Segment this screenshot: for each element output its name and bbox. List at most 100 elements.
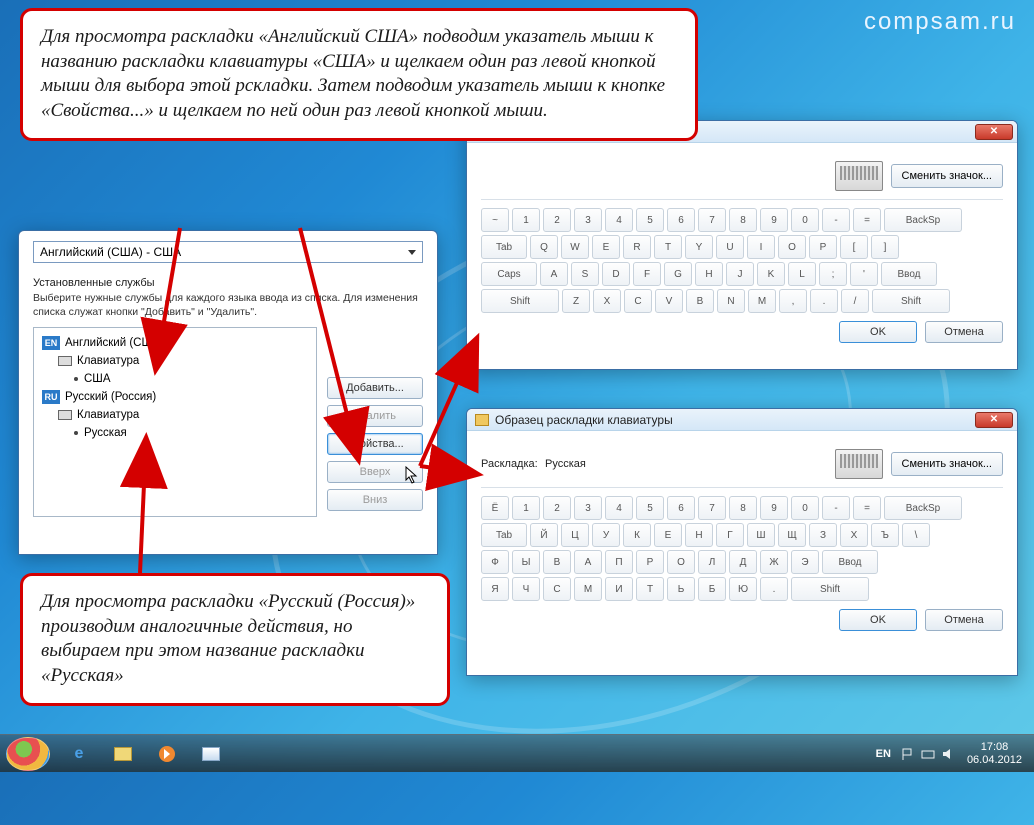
key[interactable]: Q	[530, 235, 558, 259]
key[interactable]: Ц	[561, 523, 589, 547]
key[interactable]: Ь	[667, 577, 695, 601]
key[interactable]: Л	[698, 550, 726, 574]
key[interactable]: BackSp	[884, 496, 962, 520]
tray-flag-icon[interactable]	[901, 747, 915, 761]
key[interactable]: 5	[636, 496, 664, 520]
key[interactable]: C	[624, 289, 652, 313]
key[interactable]: U	[716, 235, 744, 259]
taskbar-ie-icon[interactable]: e	[58, 739, 100, 769]
key[interactable]: Shift	[791, 577, 869, 601]
tree-lang-ru[interactable]: RU Русский (Россия)	[42, 388, 308, 406]
move-up-button[interactable]: Вверх	[327, 461, 423, 483]
key[interactable]: Tab	[481, 235, 527, 259]
key[interactable]: 7	[698, 496, 726, 520]
change-icon-button[interactable]: Сменить значок...	[891, 452, 1004, 476]
key[interactable]: Е	[654, 523, 682, 547]
tree-lang-en[interactable]: EN Английский (США)	[42, 334, 308, 352]
change-icon-button[interactable]: Сменить значок...	[891, 164, 1004, 188]
key[interactable]: Ввод	[881, 262, 937, 286]
key[interactable]: Ф	[481, 550, 509, 574]
taskbar-clock[interactable]: 17:08 06.04.2012	[961, 741, 1028, 765]
key[interactable]: П	[605, 550, 633, 574]
key[interactable]: 3	[574, 496, 602, 520]
key[interactable]: Ш	[747, 523, 775, 547]
key[interactable]: 2	[543, 208, 571, 232]
key[interactable]: Б	[698, 577, 726, 601]
titlebar[interactable]: Образец раскладки клавиатуры ✕	[467, 409, 1017, 431]
key[interactable]: О	[667, 550, 695, 574]
key[interactable]: Н	[685, 523, 713, 547]
key[interactable]: 5	[636, 208, 664, 232]
key[interactable]: .	[760, 577, 788, 601]
key[interactable]: Ж	[760, 550, 788, 574]
key[interactable]: ;	[819, 262, 847, 286]
tree-ru-layout-russian[interactable]: Русская	[42, 424, 308, 442]
key[interactable]: Y	[685, 235, 713, 259]
key[interactable]: Ъ	[871, 523, 899, 547]
key[interactable]: P	[809, 235, 837, 259]
key[interactable]: Caps	[481, 262, 537, 286]
key[interactable]: W	[561, 235, 589, 259]
add-button[interactable]: Добавить...	[327, 377, 423, 399]
key[interactable]: Г	[716, 523, 744, 547]
taskbar-explorer-icon[interactable]	[102, 739, 144, 769]
key[interactable]: S	[571, 262, 599, 286]
key[interactable]: G	[664, 262, 692, 286]
key[interactable]: 9	[760, 208, 788, 232]
key[interactable]: D	[602, 262, 630, 286]
key[interactable]: Й	[530, 523, 558, 547]
tray-network-icon[interactable]	[921, 747, 935, 761]
key[interactable]: BackSp	[884, 208, 962, 232]
key[interactable]: '	[850, 262, 878, 286]
tray-volume-icon[interactable]	[941, 747, 955, 761]
key[interactable]: R	[623, 235, 651, 259]
key[interactable]: К	[623, 523, 651, 547]
key[interactable]: Ввод	[822, 550, 878, 574]
key[interactable]: З	[809, 523, 837, 547]
key[interactable]: \	[902, 523, 930, 547]
move-down-button[interactable]: Вниз	[327, 489, 423, 511]
close-button[interactable]: ✕	[975, 412, 1013, 428]
key[interactable]: -	[822, 496, 850, 520]
key[interactable]: У	[592, 523, 620, 547]
key[interactable]: ]	[871, 235, 899, 259]
taskbar-app-icon[interactable]	[190, 739, 232, 769]
default-input-language-dropdown[interactable]: Английский (США) - США	[33, 241, 423, 263]
key[interactable]: 7	[698, 208, 726, 232]
key[interactable]: 8	[729, 496, 757, 520]
key[interactable]: Ё	[481, 496, 509, 520]
key[interactable]: Д	[729, 550, 757, 574]
key[interactable]: Shift	[872, 289, 950, 313]
key[interactable]: T	[654, 235, 682, 259]
key[interactable]: J	[726, 262, 754, 286]
key[interactable]: В	[543, 550, 571, 574]
ok-button[interactable]: OK	[839, 609, 917, 631]
key[interactable]: Tab	[481, 523, 527, 547]
key[interactable]: K	[757, 262, 785, 286]
key[interactable]: Щ	[778, 523, 806, 547]
key[interactable]: [	[840, 235, 868, 259]
key[interactable]: .	[810, 289, 838, 313]
key[interactable]: С	[543, 577, 571, 601]
key[interactable]: /	[841, 289, 869, 313]
key[interactable]: 6	[667, 208, 695, 232]
key[interactable]: 4	[605, 496, 633, 520]
key[interactable]: 6	[667, 496, 695, 520]
close-button[interactable]: ✕	[975, 124, 1013, 140]
ok-button[interactable]: OK	[839, 321, 917, 343]
key[interactable]: Shift	[481, 289, 559, 313]
key[interactable]: 0	[791, 208, 819, 232]
key[interactable]: L	[788, 262, 816, 286]
key[interactable]: Я	[481, 577, 509, 601]
key[interactable]: A	[540, 262, 568, 286]
key[interactable]: B	[686, 289, 714, 313]
key[interactable]: 1	[512, 496, 540, 520]
tree-ru-keyboard[interactable]: Клавиатура	[42, 406, 308, 424]
language-tree[interactable]: EN Английский (США) Клавиатура США RU Ру…	[33, 327, 317, 517]
key[interactable]: Ю	[729, 577, 757, 601]
key[interactable]: M	[748, 289, 776, 313]
key[interactable]: 2	[543, 496, 571, 520]
tree-en-layout-usa[interactable]: США	[42, 370, 308, 388]
key[interactable]: Ы	[512, 550, 540, 574]
key[interactable]: 4	[605, 208, 633, 232]
